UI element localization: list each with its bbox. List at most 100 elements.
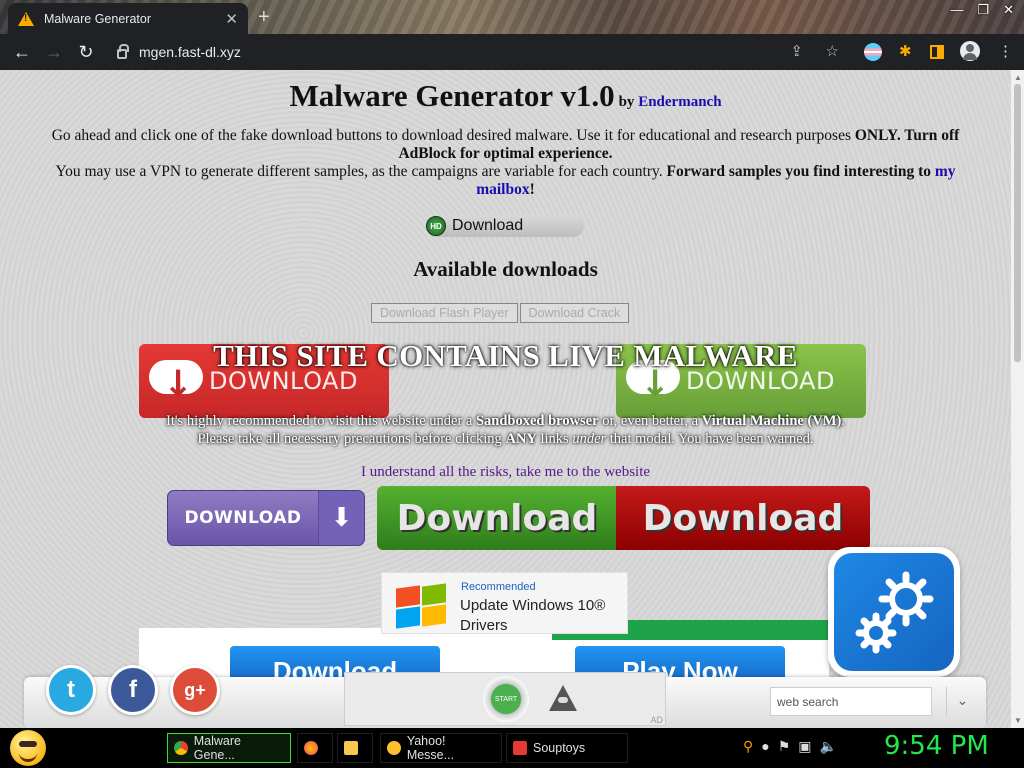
settings-gear-ad[interactable] — [828, 547, 960, 677]
profile-avatar-icon[interactable] — [960, 41, 980, 61]
share-icon[interactable]: ⇪ — [790, 42, 803, 60]
reload-button[interactable]: ↻ — [70, 42, 102, 63]
warning-p2a: Please take all necessary precautions be… — [197, 431, 506, 447]
warning-icon — [18, 11, 34, 26]
taskbar-item-firefox[interactable] — [297, 733, 333, 763]
search-icon[interactable]: ⚲ — [743, 738, 753, 755]
warning-text: It's highly recommended to visit this we… — [0, 412, 1011, 448]
start-button[interactable]: START — [483, 676, 529, 722]
taskbar-item-yahoo[interactable]: Yahoo! Messe... — [380, 733, 502, 763]
taskbar-item-souptoys[interactable]: Souptoys — [506, 733, 628, 763]
purple-download-button[interactable]: DOWNLOAD ⬇ — [167, 490, 365, 546]
warning-any: ANY — [505, 431, 537, 447]
download-arrow-icon: ⬇ — [318, 491, 364, 545]
gears-icon — [855, 571, 934, 654]
display-icon[interactable]: ▣ — [798, 738, 811, 755]
green-big-download-button[interactable]: Download — [377, 486, 617, 550]
scrollbar-thumb[interactable] — [1014, 84, 1021, 362]
chrome-icon — [174, 741, 188, 755]
intro-line1: Go ahead and click one of the fake downl… — [51, 127, 855, 144]
pride-flag-extension-icon[interactable] — [864, 43, 882, 61]
windows-driver-ad[interactable]: Recommended Update Windows 10® Drivers — [381, 572, 628, 634]
purple-download-label: DOWNLOAD — [184, 508, 302, 528]
browser-menu-icon[interactable]: ⋮ — [998, 42, 1013, 60]
volume-icon[interactable]: 🔈 — [820, 738, 837, 755]
taskbar-clock[interactable]: 9:54 PM — [884, 731, 989, 761]
warning-sandboxed: Sandboxed browser — [475, 413, 599, 429]
ad-label: AD — [650, 715, 663, 725]
red-big-download-button[interactable]: Download — [616, 486, 870, 550]
smiley-start-icon[interactable] — [10, 730, 46, 766]
lock-icon[interactable] — [117, 44, 129, 59]
souptoys-icon — [513, 741, 527, 755]
taskbar-label: Souptoys — [533, 741, 586, 755]
intro-forward: Forward samples you find interesting to — [666, 163, 931, 180]
windows-logo-icon — [394, 583, 450, 629]
hd-download-label: Download — [452, 217, 524, 234]
os-taskbar: Malware Gene... Yahoo! Messe... Souptoys… — [0, 728, 1024, 768]
hd-download-button[interactable]: HD Download — [426, 215, 584, 237]
warning-p1a: It's highly recommended to visit this we… — [166, 413, 476, 429]
back-button[interactable]: ← — [6, 42, 38, 63]
ad-recommended-label: Recommended — [461, 581, 536, 593]
warning-p1e: . — [841, 413, 845, 429]
small-download-buttons: Download Flash Player Download Crack — [371, 303, 630, 323]
page-title: Malware Generator v1.0 — [289, 78, 615, 113]
browser-tab[interactable]: Malware Generator ✕ — [8, 3, 248, 34]
address-bar[interactable]: mgen.fast-dl.xyz ⇪ ☆ — [105, 38, 853, 66]
hd-badge-icon: HD — [426, 216, 446, 236]
taskbar-item-chrome[interactable]: Malware Gene... — [167, 733, 291, 763]
side-panel-icon[interactable] — [930, 45, 944, 59]
restore-button[interactable]: ❐ — [977, 2, 989, 18]
web-search-input[interactable]: web search — [770, 687, 932, 716]
start-ad-panel[interactable]: START AD — [344, 672, 666, 726]
intro-only: ONLY — [854, 127, 897, 144]
intro-end: ! — [529, 181, 535, 198]
scroll-down-arrow[interactable]: ▼ — [1014, 716, 1022, 725]
ad-drivers-text: Drivers — [460, 617, 508, 634]
chevron-down-icon[interactable]: ⌄ — [946, 687, 978, 717]
bookmark-star-icon[interactable]: ☆ — [826, 42, 839, 60]
google-plus-icon[interactable]: g+ — [170, 665, 220, 715]
understand-risks-link[interactable]: I understand all the risks, take me to t… — [361, 464, 650, 480]
warning-title: THIS SITE CONTAINS LIVE MALWARE — [213, 338, 798, 373]
tab-title: Malware Generator — [44, 11, 151, 26]
ad-update-windows-text: Update Windows 10® — [460, 597, 606, 614]
illuminati-eye-icon — [549, 685, 577, 711]
new-tab-button[interactable]: + — [258, 6, 270, 29]
network-icon[interactable]: ● — [761, 738, 769, 755]
close-window-button[interactable]: ✕ — [1003, 2, 1014, 18]
page-scrollbar[interactable]: ▲ ▼ — [1011, 70, 1024, 728]
web-page: Malware Generator v1.0 by Endermanch Go … — [0, 70, 1011, 728]
twitter-icon[interactable]: t — [46, 665, 96, 715]
yahoo-messenger-icon — [387, 741, 401, 755]
system-tray: ⚲ ● ⚑ ▣ 🔈 — [743, 738, 837, 755]
url-text[interactable]: mgen.fast-dl.xyz — [139, 44, 241, 60]
tab-strip: Malware Generator ✕ + — ❐ ✕ — [0, 0, 1024, 34]
scroll-up-arrow[interactable]: ▲ — [1014, 73, 1022, 82]
author-link[interactable]: Endermanch — [638, 94, 721, 110]
understand-risks-row: I understand all the risks, take me to t… — [0, 464, 1011, 481]
warning-under: under — [572, 431, 607, 447]
firefox-icon — [304, 741, 318, 755]
facebook-icon[interactable]: f — [108, 665, 158, 715]
page-header: Malware Generator v1.0 by Endermanch — [0, 78, 1011, 114]
taskbar-item-folder[interactable] — [337, 733, 373, 763]
extensions-puzzle-icon[interactable]: ✱ — [899, 42, 912, 60]
taskbar-label: Yahoo! Messe... — [406, 734, 455, 762]
tab-close-icon[interactable]: ✕ — [225, 10, 238, 28]
forward-button[interactable]: → — [38, 42, 70, 63]
download-crack-button[interactable]: Download Crack — [519, 303, 630, 323]
download-flash-button[interactable]: Download Flash Player — [371, 303, 518, 323]
warning-p1c: or, even better, a — [598, 413, 702, 429]
bottom-toolbar: t f g+ START AD web search ⌄ — [24, 665, 986, 728]
warning-p2e: that modal. You have been warned. — [606, 431, 814, 447]
taskbar-label: Malware Gene... — [193, 734, 242, 762]
minimize-button[interactable]: — — [950, 2, 963, 18]
warning-p2c: links — [536, 431, 573, 447]
available-downloads-heading: Available downloads — [413, 257, 598, 281]
by-label: by — [618, 94, 635, 110]
window-controls: — ❐ ✕ — [950, 2, 1014, 18]
flag-icon[interactable]: ⚑ — [778, 738, 791, 755]
malware-warning-modal: THIS SITE CONTAINS LIVE MALWARE It's hig… — [0, 338, 1011, 447]
